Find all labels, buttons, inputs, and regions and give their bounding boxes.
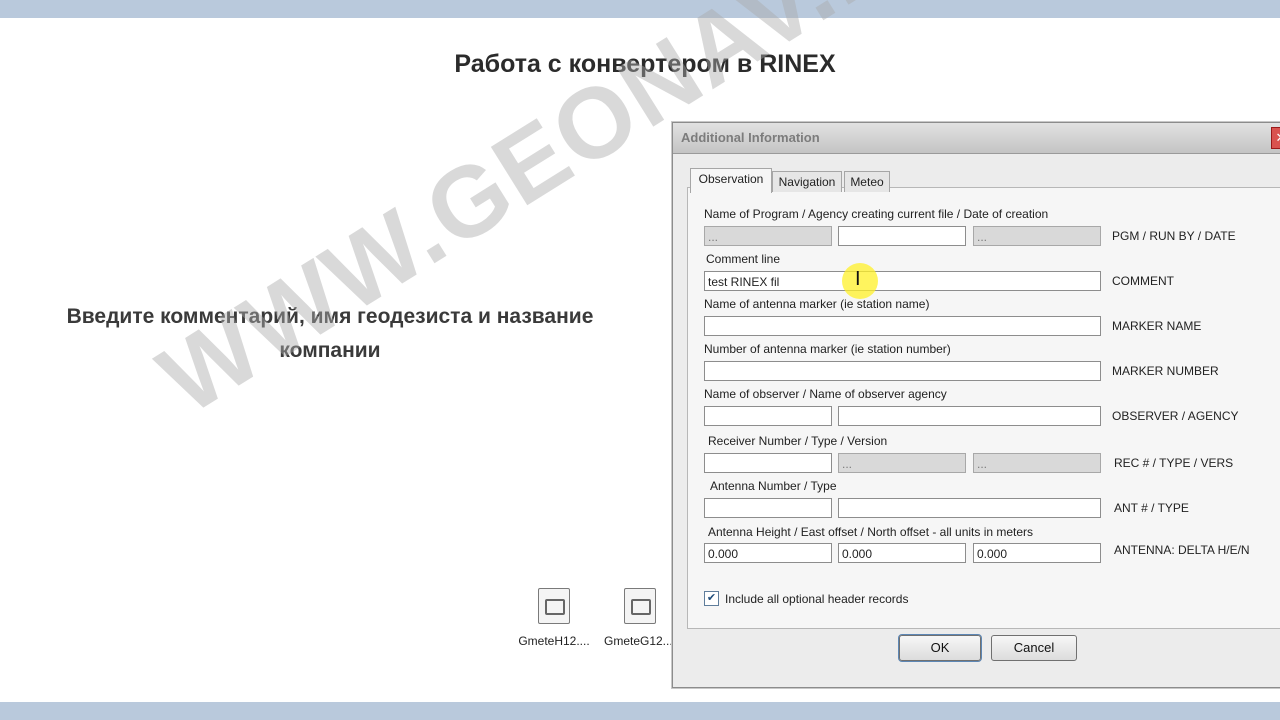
program-field: ... xyxy=(704,226,832,246)
file-name: GmeteG12.... xyxy=(603,634,677,648)
agency-field[interactable] xyxy=(838,406,1101,426)
tab-observation[interactable]: Observation xyxy=(690,168,772,193)
include-optional-checkbox[interactable]: ✔ xyxy=(704,591,719,606)
top-border-bar xyxy=(0,0,1280,18)
marker-name-header-label: MARKER NAME xyxy=(1112,319,1202,333)
receiver-type-field: ... xyxy=(838,453,966,473)
marker-number-field[interactable] xyxy=(704,361,1101,381)
antenna-label: Antenna Number / Type xyxy=(710,479,837,493)
file-name: GmeteH12.... xyxy=(518,634,590,648)
run-by-field[interactable] xyxy=(838,226,966,246)
pgm-header-label: PGM / RUN BY / DATE xyxy=(1112,229,1236,243)
antenna-height-field[interactable]: 0.000 xyxy=(704,543,832,563)
document-icon xyxy=(624,588,656,624)
slide-title: Работа с конвертером в RINEX xyxy=(454,50,836,78)
desktop-file-1[interactable]: GmeteH12.... xyxy=(514,588,594,648)
include-optional-label: Include all optional header records xyxy=(725,592,909,606)
dialog-titlebar[interactable]: Additional Information ✕ xyxy=(673,123,1280,154)
marker-name-field[interactable] xyxy=(704,316,1101,336)
antenna-header-label: ANT # / TYPE xyxy=(1114,501,1189,515)
north-offset-field[interactable]: 0.000 xyxy=(973,543,1101,563)
document-icon xyxy=(538,588,570,624)
marker-name-label: Name of antenna marker (ie station name) xyxy=(704,297,930,311)
receiver-number-field[interactable] xyxy=(704,453,832,473)
receiver-header-label: REC # / TYPE / VERS xyxy=(1114,456,1234,470)
bottom-border-bar xyxy=(0,702,1280,720)
observer-label: Name of observer / Name of observer agen… xyxy=(704,387,947,401)
tab-navigation[interactable]: Navigation xyxy=(772,171,842,192)
pgm-label: Name of Program / Agency creating curren… xyxy=(704,207,1049,221)
delta-label: Antenna Height / East offset / North off… xyxy=(708,525,1034,539)
antenna-number-field[interactable] xyxy=(704,498,832,518)
antenna-type-field[interactable] xyxy=(838,498,1101,518)
close-icon[interactable]: ✕ xyxy=(1271,127,1280,149)
instruction-line-2: компании xyxy=(279,339,381,362)
desktop-file-2[interactable]: GmeteG12.... xyxy=(600,588,680,648)
marker-number-header-label: MARKER NUMBER xyxy=(1112,364,1219,378)
comment-label: Comment line xyxy=(706,252,781,266)
text-cursor-icon: I xyxy=(855,268,861,290)
delta-header-label: ANTENNA: DELTA H/E/N xyxy=(1114,543,1250,557)
comment-field[interactable]: test RINEX fil xyxy=(704,271,1101,291)
tab-meteo[interactable]: Meteo xyxy=(844,171,890,192)
observer-header-label: OBSERVER / AGENCY xyxy=(1112,409,1239,423)
cancel-button[interactable]: Cancel xyxy=(991,635,1077,661)
dialog-title: Additional Information xyxy=(681,130,820,145)
ok-button[interactable]: OK xyxy=(899,635,981,661)
instruction-line-1: Введите комментарий, имя геодезиста и на… xyxy=(66,305,594,328)
marker-number-label: Number of antenna marker (ie station num… xyxy=(704,342,951,356)
receiver-version-field: ... xyxy=(973,453,1101,473)
receiver-label: Receiver Number / Type / Version xyxy=(708,434,888,448)
east-offset-field[interactable]: 0.000 xyxy=(838,543,966,563)
comment-header-label: COMMENT xyxy=(1112,274,1174,288)
date-field: ... xyxy=(973,226,1101,246)
observer-field[interactable] xyxy=(704,406,832,426)
instruction-text: Введите комментарий, имя геодезиста и на… xyxy=(30,300,630,368)
